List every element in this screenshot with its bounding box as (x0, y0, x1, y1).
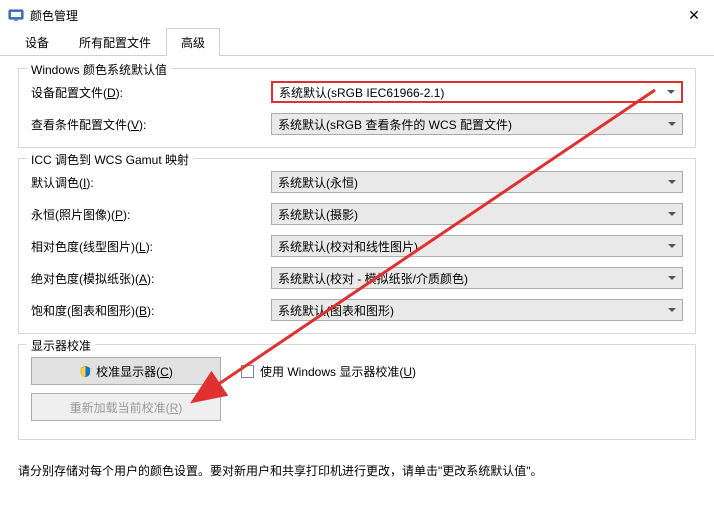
viewing-profile-label: 查看条件配置文件(V): (31, 116, 271, 133)
use-windows-calibration: 使用 Windows 显示器校准(U) (241, 363, 416, 380)
device-profile-label: 设备配置文件(D): (31, 84, 271, 101)
shield-icon (79, 365, 92, 378)
saturation-select[interactable]: 系统默认(图表和图形) (271, 299, 683, 321)
tab-bar: 设备 所有配置文件 高级 (0, 30, 714, 56)
relative-label: 相对色度(线型图片)(L): (31, 238, 271, 255)
saturation-label: 饱和度(图表和图形)(B): (31, 302, 271, 319)
group-title: ICC 调色到 WCS Gamut 映射 (27, 151, 193, 168)
absolute-label: 绝对色度(模拟纸张)(A): (31, 270, 271, 287)
perceptual-label: 永恒(照片图像)(P): (31, 206, 271, 223)
perceptual-select[interactable]: 系统默认(摄影) (271, 203, 683, 225)
use-windows-calibration-label: 使用 Windows 显示器校准(U) (260, 363, 416, 380)
group-icc-gamut: ICC 调色到 WCS Gamut 映射 默认调色(I): 系统默认(永恒) 永… (18, 158, 696, 334)
footer-text: 请分别存储对每个用户的颜色设置。要对新用户和共享打印机进行更改，请单击"更改系统… (0, 458, 714, 483)
group-windows-defaults: Windows 颜色系统默认值 设备配置文件(D): 系统默认(sRGB IEC… (18, 68, 696, 148)
group-display-calibration: 显示器校准 校准显示器(C) 重新加载当前校准(R) (18, 344, 696, 440)
tab-advanced[interactable]: 高级 (166, 28, 220, 56)
device-profile-select[interactable]: 系统默认(sRGB IEC61966-2.1) (271, 81, 683, 103)
window-title: 颜色管理 (30, 7, 78, 24)
default-intent-select[interactable]: 系统默认(永恒) (271, 171, 683, 193)
app-icon (8, 7, 24, 23)
use-windows-calibration-checkbox[interactable] (241, 365, 254, 378)
relative-select[interactable]: 系统默认(校对和线性图片) (271, 235, 683, 257)
reload-calibration-button[interactable]: 重新加载当前校准(R) (31, 393, 221, 421)
content-area: Windows 颜色系统默认值 设备配置文件(D): 系统默认(sRGB IEC… (0, 56, 714, 458)
tab-device[interactable]: 设备 (10, 28, 64, 55)
absolute-select[interactable]: 系统默认(校对 - 模拟纸张/介质颜色) (271, 267, 683, 289)
group-title: 显示器校准 (27, 337, 95, 354)
default-intent-label: 默认调色(I): (31, 174, 271, 191)
titlebar: 颜色管理 ✕ (0, 0, 714, 30)
group-title: Windows 颜色系统默认值 (27, 61, 171, 78)
tab-profiles[interactable]: 所有配置文件 (64, 28, 166, 55)
calibrate-display-button[interactable]: 校准显示器(C) (31, 357, 221, 385)
close-button[interactable]: ✕ (674, 0, 714, 30)
viewing-profile-select[interactable]: 系统默认(sRGB 查看条件的 WCS 配置文件) (271, 113, 683, 135)
